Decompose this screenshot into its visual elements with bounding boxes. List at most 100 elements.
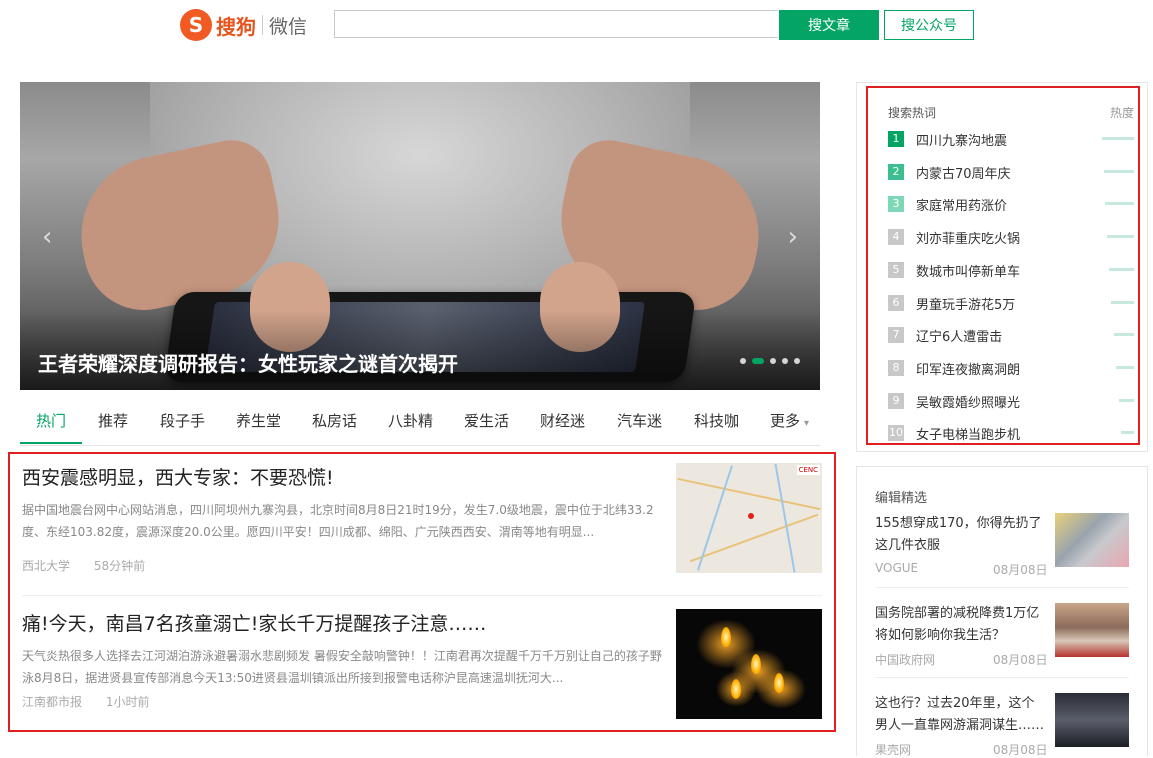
tab-item[interactable]: 养生堂 bbox=[236, 410, 281, 431]
hot-search-list: 搜索热词 热度 1 四川九寨沟地震 2 内蒙古70周年庆 3 家庭常用药涨价 4 刘亦菲重庆吃… bbox=[866, 86, 1140, 445]
search-account-button[interactable]: 搜公众号 bbox=[884, 10, 974, 40]
search-input[interactable] bbox=[334, 10, 778, 38]
heat-label: 热度 bbox=[1109, 106, 1134, 120]
hot-search-item[interactable]: 7 辽宁6人遭雷击 bbox=[888, 325, 1142, 345]
carousel-dots bbox=[740, 358, 800, 364]
article-title[interactable]: 西安震感明显，西大专家：不要恐慌! bbox=[22, 463, 334, 490]
article-divider bbox=[22, 595, 822, 596]
article-list: 西安震感明显，西大专家：不要恐慌! 据中国地震台网中心网站消息，四川阿坝州九寨沟… bbox=[8, 452, 836, 732]
hot-search-item[interactable]: 6 男童玩手游花5万 bbox=[888, 293, 1142, 313]
tab-item[interactable]: 热门 bbox=[36, 410, 66, 431]
pick-divider bbox=[875, 677, 1129, 678]
tab-item[interactable]: 财经迷 bbox=[540, 410, 585, 431]
carousel-dot[interactable] bbox=[752, 358, 764, 364]
article-thumbnail-map[interactable]: CENC bbox=[676, 463, 822, 573]
carousel-dot[interactable] bbox=[782, 358, 788, 364]
heat-bar bbox=[1113, 333, 1134, 337]
hot-search-item[interactable]: 5 数城市叫停新单车 bbox=[888, 260, 1142, 280]
article-source[interactable]: 江南都市报 bbox=[22, 695, 82, 709]
hot-search-text[interactable]: 女子电梯当跑步机 bbox=[916, 424, 1020, 443]
cenc-logo: CENC bbox=[796, 465, 820, 475]
article-thumbnail-candles[interactable] bbox=[676, 609, 822, 719]
logo-divider bbox=[262, 15, 263, 35]
editor-picks-title: 编辑精选 bbox=[875, 491, 928, 506]
editor-picks-panel: 编辑精选 155想穿成170，你得先扔了这几件衣服 VOGUE 08月08日 国… bbox=[856, 466, 1148, 757]
hot-search-text[interactable]: 辽宁6人遭雷击 bbox=[916, 326, 1002, 345]
tab-item[interactable]: 段子手 bbox=[160, 410, 205, 431]
hot-search-title: 搜索热词 bbox=[888, 106, 937, 120]
tab-label: 爱生活 bbox=[464, 412, 510, 430]
heat-bar bbox=[1106, 235, 1134, 239]
category-tabs: 热门 推荐 段子手 养生堂 私房话 八卦精 爱生活 财经迷 汽车迷 科技咖 更多 ▾ bbox=[20, 400, 820, 446]
tab-label: 养生堂 bbox=[236, 412, 282, 430]
hot-search-item[interactable]: 4 刘亦菲重庆吃火锅 bbox=[888, 227, 1142, 247]
hot-search-item[interactable]: 2 内蒙古70周年庆 bbox=[888, 162, 1142, 182]
tab-label: 更多 bbox=[770, 412, 801, 430]
tab-label: 推荐 bbox=[98, 412, 129, 430]
rank-badge: 8 bbox=[888, 359, 904, 376]
pick-date: 08月08日 bbox=[993, 653, 1048, 667]
hot-search-text[interactable]: 刘亦菲重庆吃火锅 bbox=[916, 228, 1020, 247]
pick-thumbnail[interactable] bbox=[1055, 603, 1129, 657]
tab-item[interactable]: 更多 ▾ bbox=[770, 410, 809, 431]
rank-badge: 5 bbox=[888, 261, 904, 278]
search-article-button[interactable]: 搜文章 bbox=[779, 10, 879, 40]
hero-title[interactable]: 王者荣耀深度调研报告：女性玩家之谜首次揭开 bbox=[38, 348, 458, 377]
pick-title[interactable]: 155想穿成170，你得先扔了这几件衣服 bbox=[875, 513, 1047, 557]
heat-bar bbox=[1118, 398, 1134, 402]
tab-item[interactable]: 八卦精 bbox=[388, 410, 433, 431]
pick-title[interactable]: 这也行？过去20年里，这个男人一直靠网游漏洞谋生…… bbox=[875, 693, 1047, 737]
hot-search-text[interactable]: 印军连夜撤离洞朗 bbox=[916, 359, 1020, 378]
hot-search-header: 搜索热词 热度 bbox=[888, 104, 1134, 121]
tab-label: 科技咖 bbox=[694, 412, 740, 430]
rank-badge: 3 bbox=[888, 196, 904, 213]
tab-item[interactable]: 推荐 bbox=[98, 410, 128, 431]
heat-bar bbox=[1116, 365, 1134, 369]
tab-item[interactable]: 爱生活 bbox=[464, 410, 509, 431]
hot-search-text[interactable]: 男童玩手游花5万 bbox=[916, 294, 1015, 313]
hot-search-text[interactable]: 内蒙古70周年庆 bbox=[916, 163, 1011, 182]
article-summary: 天气炎热很多人选择去江河湖泊游泳避暑溺水悲剧频发 暑假安全敲响警钟！！江南君再次… bbox=[22, 649, 662, 685]
tab-label: 段子手 bbox=[160, 412, 206, 430]
heat-bar bbox=[1109, 267, 1134, 271]
rank-badge: 2 bbox=[888, 163, 904, 180]
hot-search-item[interactable]: 3 家庭常用药涨价 bbox=[888, 194, 1142, 214]
pick-title[interactable]: 国务院部署的减税降费1万亿将如何影响你我生活？ bbox=[875, 603, 1047, 647]
hot-search-item[interactable]: 8 印军连夜撤离洞朗 bbox=[888, 358, 1142, 378]
heat-bar bbox=[1121, 431, 1134, 435]
carousel-dot[interactable] bbox=[770, 358, 776, 364]
chevron-down-icon: ▾ bbox=[804, 418, 810, 429]
hot-search-item[interactable]: 9 吴敏霞婚纱照曝光 bbox=[888, 391, 1142, 411]
hero-carousel[interactable]: ‹ › 王者荣耀深度调研报告：女性玩家之谜首次揭开 bbox=[20, 82, 820, 390]
hot-search-text[interactable]: 家庭常用药涨价 bbox=[916, 195, 1007, 214]
epicenter-marker bbox=[748, 513, 754, 519]
article-source[interactable]: 西北大学 bbox=[22, 559, 70, 573]
pick-date: 08月08日 bbox=[993, 743, 1048, 757]
pick-thumbnail[interactable] bbox=[1055, 693, 1129, 747]
hot-search-item[interactable]: 10 女子电梯当跑步机 bbox=[888, 423, 1142, 443]
article-summary: 据中国地震台网中心网站消息，四川阿坝州九寨沟县，北京时间8月8日21时19分，发… bbox=[22, 503, 654, 539]
sogou-weixin-logo[interactable]: S 搜狗 微信 bbox=[180, 8, 307, 42]
pick-source: 果壳网 bbox=[875, 743, 912, 757]
carousel-dot[interactable] bbox=[740, 358, 746, 364]
carousel-prev-icon[interactable]: ‹ bbox=[42, 222, 52, 252]
article-title[interactable]: 痛!今天，南昌7名孩童溺亡!家长千万提醒孩子注意…… bbox=[22, 609, 486, 636]
rank-badge: 9 bbox=[888, 392, 904, 409]
tab-item[interactable]: 科技咖 bbox=[694, 410, 739, 431]
sogou-logo-icon: S bbox=[180, 9, 212, 41]
pick-date: 08月08日 bbox=[993, 563, 1048, 577]
pick-divider bbox=[875, 587, 1129, 588]
tab-label: 财经迷 bbox=[540, 412, 586, 430]
hot-search-item[interactable]: 1 四川九寨沟地震 bbox=[888, 129, 1142, 149]
tab-item[interactable]: 汽车迷 bbox=[617, 410, 662, 431]
hot-search-text[interactable]: 数城市叫停新单车 bbox=[916, 261, 1020, 280]
article-meta: 江南都市报 1小时前 bbox=[22, 693, 169, 710]
pick-thumbnail[interactable] bbox=[1055, 513, 1129, 567]
carousel-next-icon[interactable]: › bbox=[788, 222, 798, 252]
article-time: 1小时前 bbox=[105, 695, 150, 709]
carousel-dot[interactable] bbox=[794, 358, 800, 364]
hot-search-text[interactable]: 吴敏霞婚纱照曝光 bbox=[916, 392, 1020, 411]
logo-subtitle: 微信 bbox=[269, 15, 308, 38]
tab-item[interactable]: 私房话 bbox=[312, 410, 357, 431]
hot-search-text[interactable]: 四川九寨沟地震 bbox=[916, 130, 1007, 149]
